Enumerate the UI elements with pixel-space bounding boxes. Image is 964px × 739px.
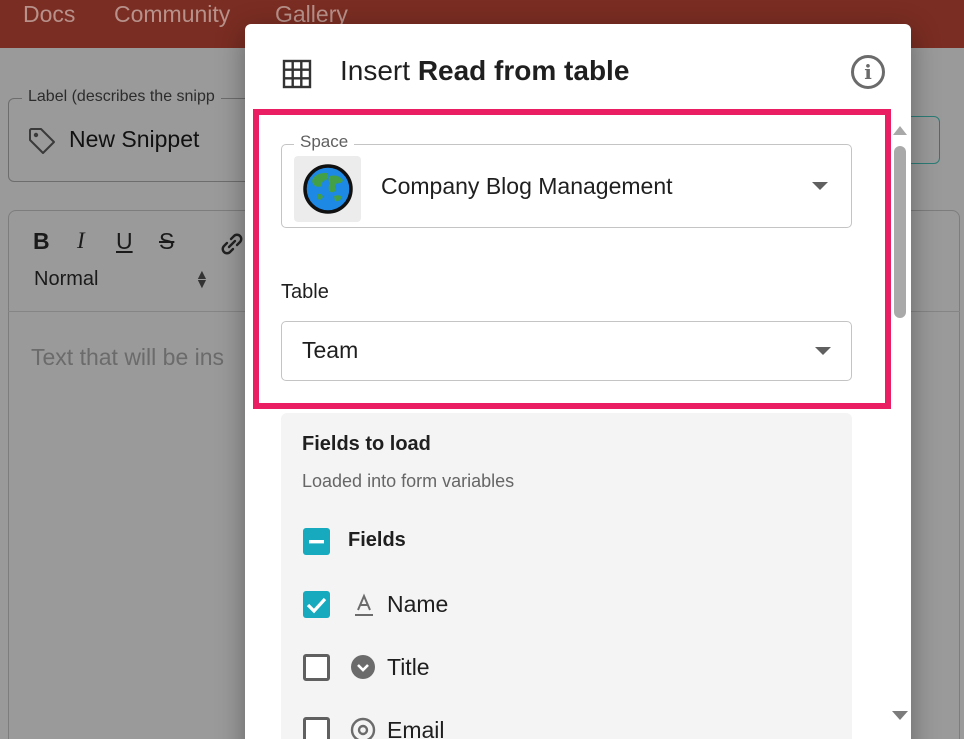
fields-subtitle: Loaded into form variables (302, 471, 515, 491)
text-field-icon (355, 593, 373, 616)
field-name-label: Name (387, 591, 449, 617)
table-grid-icon (282, 59, 312, 89)
tag-icon (29, 128, 55, 154)
scrollbar-thumb[interactable] (894, 146, 906, 318)
info-icon[interactable]: i (851, 55, 885, 89)
field-name-checkbox[interactable] (303, 591, 330, 618)
label-field-legend: Label (describes the snipp (22, 88, 221, 106)
field-title-checkbox[interactable] (303, 654, 330, 681)
nav-community[interactable]: Community (114, 1, 230, 28)
bold-button[interactable]: B (33, 228, 50, 255)
italic-button[interactable]: I (77, 228, 85, 254)
scroll-down-arrow-icon[interactable] (892, 711, 908, 720)
fields-all-label: Fields (348, 529, 406, 551)
field-title-label: Title (387, 654, 430, 680)
strikethrough-button[interactable]: S (159, 228, 174, 255)
dialog-scrollbar[interactable] (887, 124, 911, 724)
globe-icon (303, 164, 353, 214)
link-icon[interactable] (220, 232, 244, 256)
nav-docs[interactable]: Docs (23, 1, 75, 28)
table-select[interactable] (281, 321, 852, 381)
email-icon (350, 717, 376, 739)
format-select[interactable]: Normal (34, 268, 98, 291)
table-value: Team (302, 337, 359, 363)
snippet-name[interactable]: New Snippet (69, 126, 199, 153)
space-value: Company Blog Management (381, 173, 673, 199)
format-select-caret-icon: ▲ ▼ (195, 266, 209, 291)
table-label: Table (281, 281, 329, 303)
editor-placeholder: Text that will be ins (31, 344, 225, 370)
underline-button[interactable]: U (116, 228, 133, 255)
field-email-checkbox[interactable] (303, 717, 330, 739)
fields-panel (281, 413, 852, 739)
space-avatar (294, 156, 361, 222)
scroll-up-arrow-icon[interactable] (893, 126, 907, 135)
space-dropdown-caret-icon[interactable] (812, 182, 828, 190)
fields-title: Fields to load (302, 433, 431, 455)
fields-all-checkbox[interactable] (303, 528, 330, 555)
single-select-icon (351, 655, 375, 679)
dialog-title: Insert Read from table (340, 55, 630, 86)
space-label: Space (294, 132, 355, 152)
table-dropdown-caret-icon[interactable] (815, 347, 831, 355)
insert-read-from-table-dialog: Insert Read from table i Space Company B… (245, 24, 911, 739)
field-email-label: Email (387, 717, 445, 739)
